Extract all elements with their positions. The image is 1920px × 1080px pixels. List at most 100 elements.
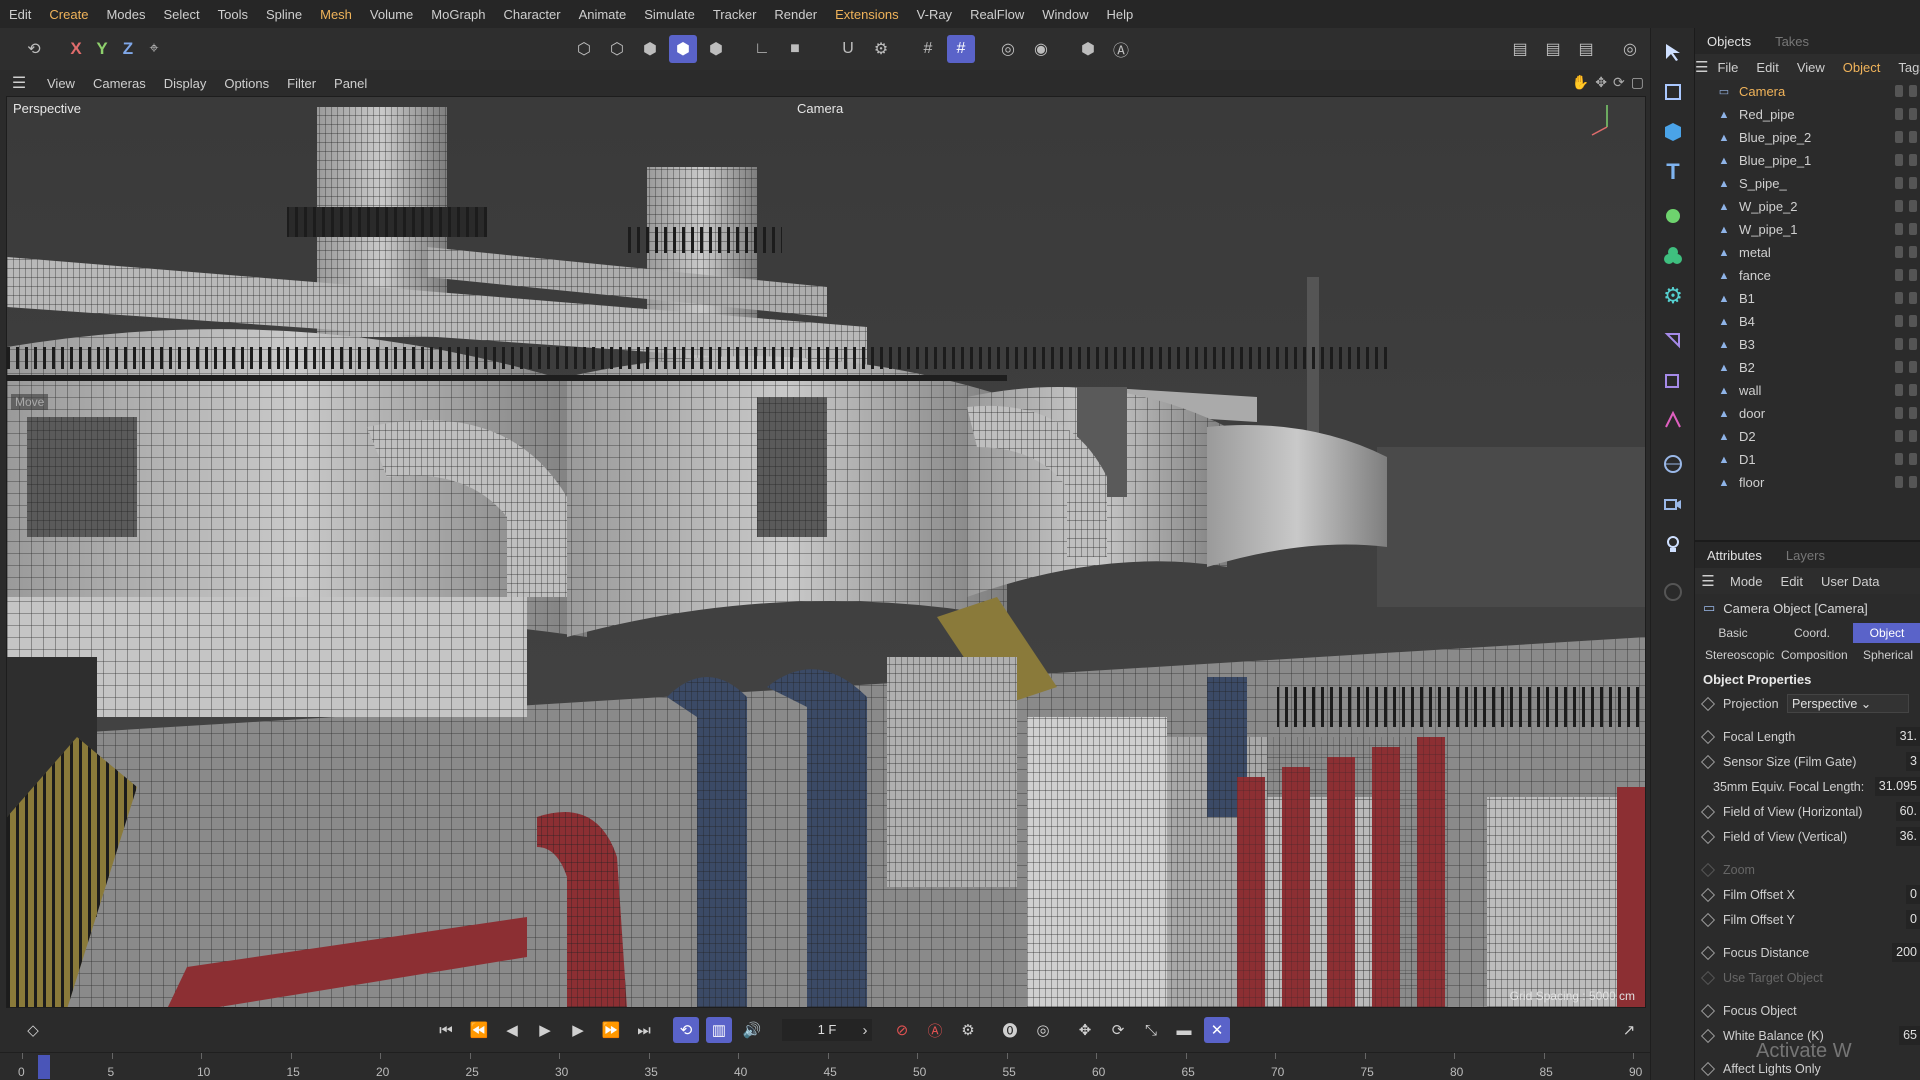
record-icon[interactable]: ⊘ bbox=[889, 1017, 915, 1043]
lock-workplane-icon[interactable]: ⬢ bbox=[1074, 35, 1102, 63]
points-mode-icon[interactable]: ⬡ bbox=[570, 35, 598, 63]
visibility-dot-icon[interactable] bbox=[1895, 384, 1903, 396]
object-visibility-flags[interactable] bbox=[1895, 269, 1917, 281]
keyframe-diamond-icon[interactable] bbox=[1700, 912, 1716, 927]
attributes-menu-mode[interactable]: Mode bbox=[1721, 574, 1772, 589]
render-dot-icon[interactable] bbox=[1909, 108, 1917, 120]
object-visibility-flags[interactable] bbox=[1895, 200, 1917, 212]
attributes-menu-edit[interactable]: Edit bbox=[1772, 574, 1812, 589]
key-rotation-icon[interactable]: ⟳ bbox=[1105, 1017, 1131, 1043]
timeline-ruler[interactable]: 0 5 10 15 20 25 30 35 40 45 50 55 60 65 70 75 80 85 90 bbox=[0, 1052, 1650, 1080]
property-film-offset-x[interactable]: Film Offset X 0 bbox=[1695, 882, 1920, 907]
auto-key-icon[interactable]: Ⓐ bbox=[1107, 35, 1135, 63]
field-icon[interactable] bbox=[1657, 324, 1689, 356]
object-visibility-flags[interactable] bbox=[1895, 292, 1917, 304]
object-visibility-flags[interactable] bbox=[1895, 407, 1917, 419]
object-visibility-flags[interactable] bbox=[1895, 177, 1917, 189]
edges-mode-icon[interactable]: ⬡ bbox=[603, 35, 631, 63]
property-value-field[interactable]: 3 bbox=[1906, 752, 1920, 771]
property-film-offset-y[interactable]: Film Offset Y 0 bbox=[1695, 907, 1920, 932]
object-row[interactable]: ▲ fance bbox=[1695, 264, 1920, 287]
object-visibility-flags[interactable] bbox=[1895, 246, 1917, 258]
loop-icon[interactable]: ⟲ bbox=[673, 1017, 699, 1043]
keyframe-diamond-icon[interactable] bbox=[1700, 829, 1716, 844]
model-mode-icon[interactable]: ⬢ bbox=[669, 35, 697, 63]
object-visibility-flags[interactable] bbox=[1895, 108, 1917, 120]
visibility-dot-icon[interactable] bbox=[1895, 131, 1903, 143]
tab-layers[interactable]: Layers bbox=[1774, 548, 1837, 563]
deformer-gear-icon[interactable]: ⚙ bbox=[1657, 280, 1689, 312]
keyframe-settings-icon[interactable]: ⚙ bbox=[955, 1017, 981, 1043]
menu-realflow[interactable]: RealFlow bbox=[961, 7, 1033, 22]
subtab-coord[interactable]: Coord. bbox=[1771, 623, 1853, 643]
projection-dropdown[interactable]: Perspective ⌄ bbox=[1787, 694, 1909, 713]
play-icon[interactable]: ▶ bbox=[532, 1017, 558, 1043]
sync-icon[interactable]: ◎ bbox=[1616, 35, 1644, 63]
grid-snap-icon[interactable]: # bbox=[947, 35, 975, 63]
object-row[interactable]: ▲ D1 bbox=[1695, 448, 1920, 471]
object-visibility-flags[interactable] bbox=[1895, 384, 1917, 396]
environment-icon[interactable] bbox=[1657, 448, 1689, 480]
render-dot-icon[interactable] bbox=[1909, 338, 1917, 350]
polygons-mode-icon[interactable]: ⬢ bbox=[636, 35, 664, 63]
keyframe-diamond-icon[interactable] bbox=[1700, 804, 1716, 819]
render-picture-viewer-icon[interactable]: ▤ bbox=[1539, 35, 1567, 63]
property-value-field[interactable]: 31. bbox=[1895, 727, 1920, 746]
render-dot-icon[interactable] bbox=[1909, 430, 1917, 442]
rotate-view-icon[interactable]: ⟳ bbox=[1613, 74, 1625, 91]
visibility-dot-icon[interactable] bbox=[1895, 361, 1903, 373]
visibility-dot-icon[interactable] bbox=[1895, 200, 1903, 212]
render-dot-icon[interactable] bbox=[1909, 269, 1917, 281]
generator-icon[interactable] bbox=[1657, 200, 1689, 232]
visibility-dot-icon[interactable] bbox=[1895, 315, 1903, 327]
object-visibility-flags[interactable] bbox=[1895, 131, 1917, 143]
object-row[interactable]: ▲ wall bbox=[1695, 379, 1920, 402]
viewport[interactable]: Perspective Camera Move Grid Spacing : 5… bbox=[6, 96, 1646, 1008]
volume-icon[interactable] bbox=[1657, 364, 1689, 396]
subtab-stereoscopic[interactable]: Stereoscopic bbox=[1695, 645, 1774, 665]
property-sensor-size-film-gate[interactable]: Sensor Size (Film Gate) 3 bbox=[1695, 749, 1920, 774]
menu-mesh[interactable]: Mesh bbox=[311, 7, 361, 22]
menu-tools[interactable]: Tools bbox=[209, 7, 257, 22]
menu-animate[interactable]: Animate bbox=[570, 7, 636, 22]
object-row[interactable]: ▲ W_pipe_2 bbox=[1695, 195, 1920, 218]
keyframe-diamond-icon[interactable] bbox=[1700, 729, 1716, 744]
effector-icon[interactable] bbox=[1657, 404, 1689, 436]
object-row[interactable]: ▲ B4 bbox=[1695, 310, 1920, 333]
object-row[interactable]: ▲ B2 bbox=[1695, 356, 1920, 379]
go-to-end-icon[interactable]: ⏭ bbox=[631, 1017, 657, 1043]
objects-menu-edit[interactable]: Edit bbox=[1747, 60, 1787, 75]
viewport-menu-display[interactable]: Display bbox=[155, 76, 216, 91]
menu-v-ray[interactable]: V-Ray bbox=[908, 7, 961, 22]
property-field-of-view-vertical[interactable]: Field of View (Vertical) 36. bbox=[1695, 824, 1920, 849]
visibility-dot-icon[interactable] bbox=[1895, 246, 1903, 258]
object-visibility-flags[interactable] bbox=[1895, 338, 1917, 350]
render-view-icon[interactable]: ▤ bbox=[1506, 35, 1534, 63]
cube-icon[interactable] bbox=[1657, 116, 1689, 148]
property-value-field[interactable]: 65 bbox=[1899, 1026, 1920, 1045]
render-dot-icon[interactable] bbox=[1909, 131, 1917, 143]
visibility-dot-icon[interactable] bbox=[1895, 85, 1903, 97]
render-dot-icon[interactable] bbox=[1909, 384, 1917, 396]
object-visibility-flags[interactable] bbox=[1895, 154, 1917, 166]
menu-create[interactable]: Create bbox=[40, 7, 97, 22]
keyframe-diamond-icon[interactable] bbox=[1700, 696, 1716, 711]
object-row[interactable]: ▲ floor bbox=[1695, 471, 1920, 494]
object-visibility-flags[interactable] bbox=[1895, 223, 1917, 235]
y-axis-toggle[interactable]: Y bbox=[88, 35, 116, 63]
object-visibility-flags[interactable] bbox=[1895, 453, 1917, 465]
timeline-graph-icon[interactable]: ↗ bbox=[1616, 1017, 1642, 1043]
render-dot-icon[interactable] bbox=[1909, 315, 1917, 327]
x-axis-toggle[interactable]: X bbox=[62, 35, 90, 63]
object-visibility-flags[interactable] bbox=[1895, 85, 1917, 97]
menu-spline[interactable]: Spline bbox=[257, 7, 311, 22]
key-param-icon[interactable]: ▬ bbox=[1171, 1017, 1197, 1043]
visibility-dot-icon[interactable] bbox=[1895, 292, 1903, 304]
render-dot-icon[interactable] bbox=[1909, 407, 1917, 419]
object-visibility-flags[interactable] bbox=[1895, 430, 1917, 442]
object-row[interactable]: ▭ Camera bbox=[1695, 80, 1920, 103]
menu-extensions[interactable]: Extensions bbox=[826, 7, 908, 22]
visibility-dot-icon[interactable] bbox=[1895, 223, 1903, 235]
render-dot-icon[interactable] bbox=[1909, 223, 1917, 235]
viewport-menu-filter[interactable]: Filter bbox=[278, 76, 325, 91]
